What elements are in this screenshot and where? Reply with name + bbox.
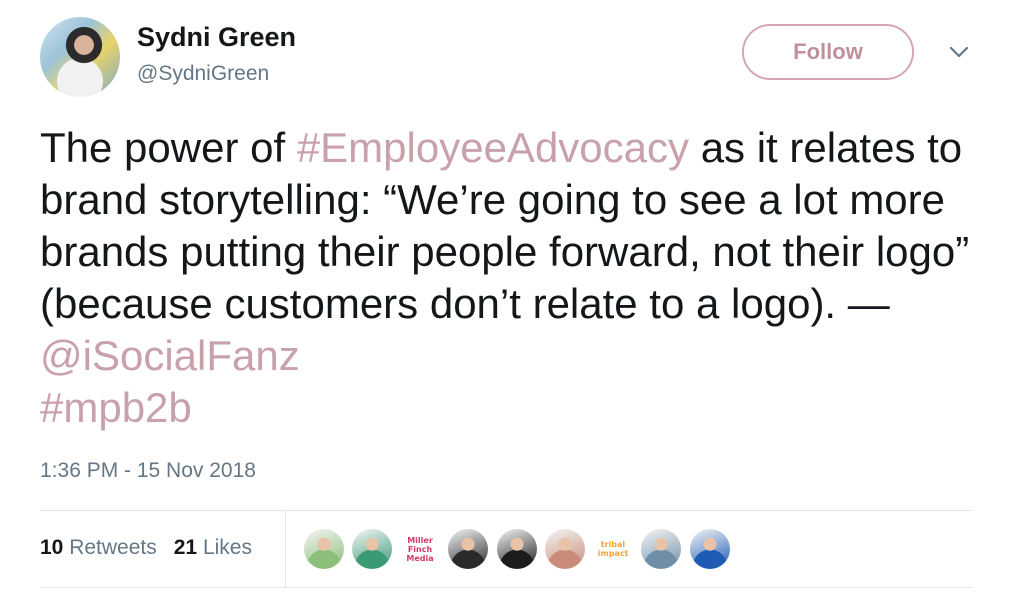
liker-logo-text: Miller Finch Media xyxy=(406,535,434,563)
likes-count: 21 xyxy=(173,536,198,559)
retweets-label: Retweets xyxy=(69,536,157,559)
hashtag-link[interactable]: #EmployeeAdvocacy xyxy=(297,124,689,171)
liker-avatar[interactable] xyxy=(448,529,488,569)
divider-top xyxy=(40,510,973,511)
follow-button[interactable]: Follow xyxy=(742,24,914,80)
author-name[interactable]: Sydni Green xyxy=(137,22,296,53)
author-avatar[interactable] xyxy=(40,17,120,97)
liker-logo-text: tribal impact xyxy=(597,540,629,558)
chevron-down-icon[interactable] xyxy=(948,44,970,60)
retweets-stat[interactable]: 10 Retweets xyxy=(40,536,157,559)
tweet-text: The power of #EmployeeAdvocacy as it rel… xyxy=(40,122,980,434)
liker-avatar[interactable] xyxy=(641,529,681,569)
liker-avatar[interactable] xyxy=(352,529,392,569)
liker-avatar[interactable] xyxy=(304,529,344,569)
miller-finch-media-logo[interactable]: Miller Finch Media xyxy=(400,529,440,569)
liker-avatar[interactable] xyxy=(497,529,537,569)
likes-stat[interactable]: 21 Likes xyxy=(174,536,252,559)
tribal-impact-logo[interactable]: tribal impact xyxy=(593,529,633,569)
mention-link[interactable]: @iSocialFanz xyxy=(40,332,300,379)
hashtag-link[interactable]: #mpb2b xyxy=(40,384,192,431)
liker-avatar[interactable] xyxy=(545,529,585,569)
tweet-timestamp[interactable]: 1:36 PM - 15 Nov 2018 xyxy=(40,459,256,483)
retweets-count: 10 xyxy=(40,536,64,559)
divider-bottom xyxy=(40,587,973,588)
tweet-text-part: The power of xyxy=(40,124,297,171)
stats-separator xyxy=(285,511,286,587)
engagement-stats: 10 Retweets 21 Likes xyxy=(40,536,252,560)
author-handle[interactable]: @SydniGreen xyxy=(137,62,269,86)
likes-label: Likes xyxy=(202,536,252,559)
liker-avatar[interactable] xyxy=(690,529,730,569)
